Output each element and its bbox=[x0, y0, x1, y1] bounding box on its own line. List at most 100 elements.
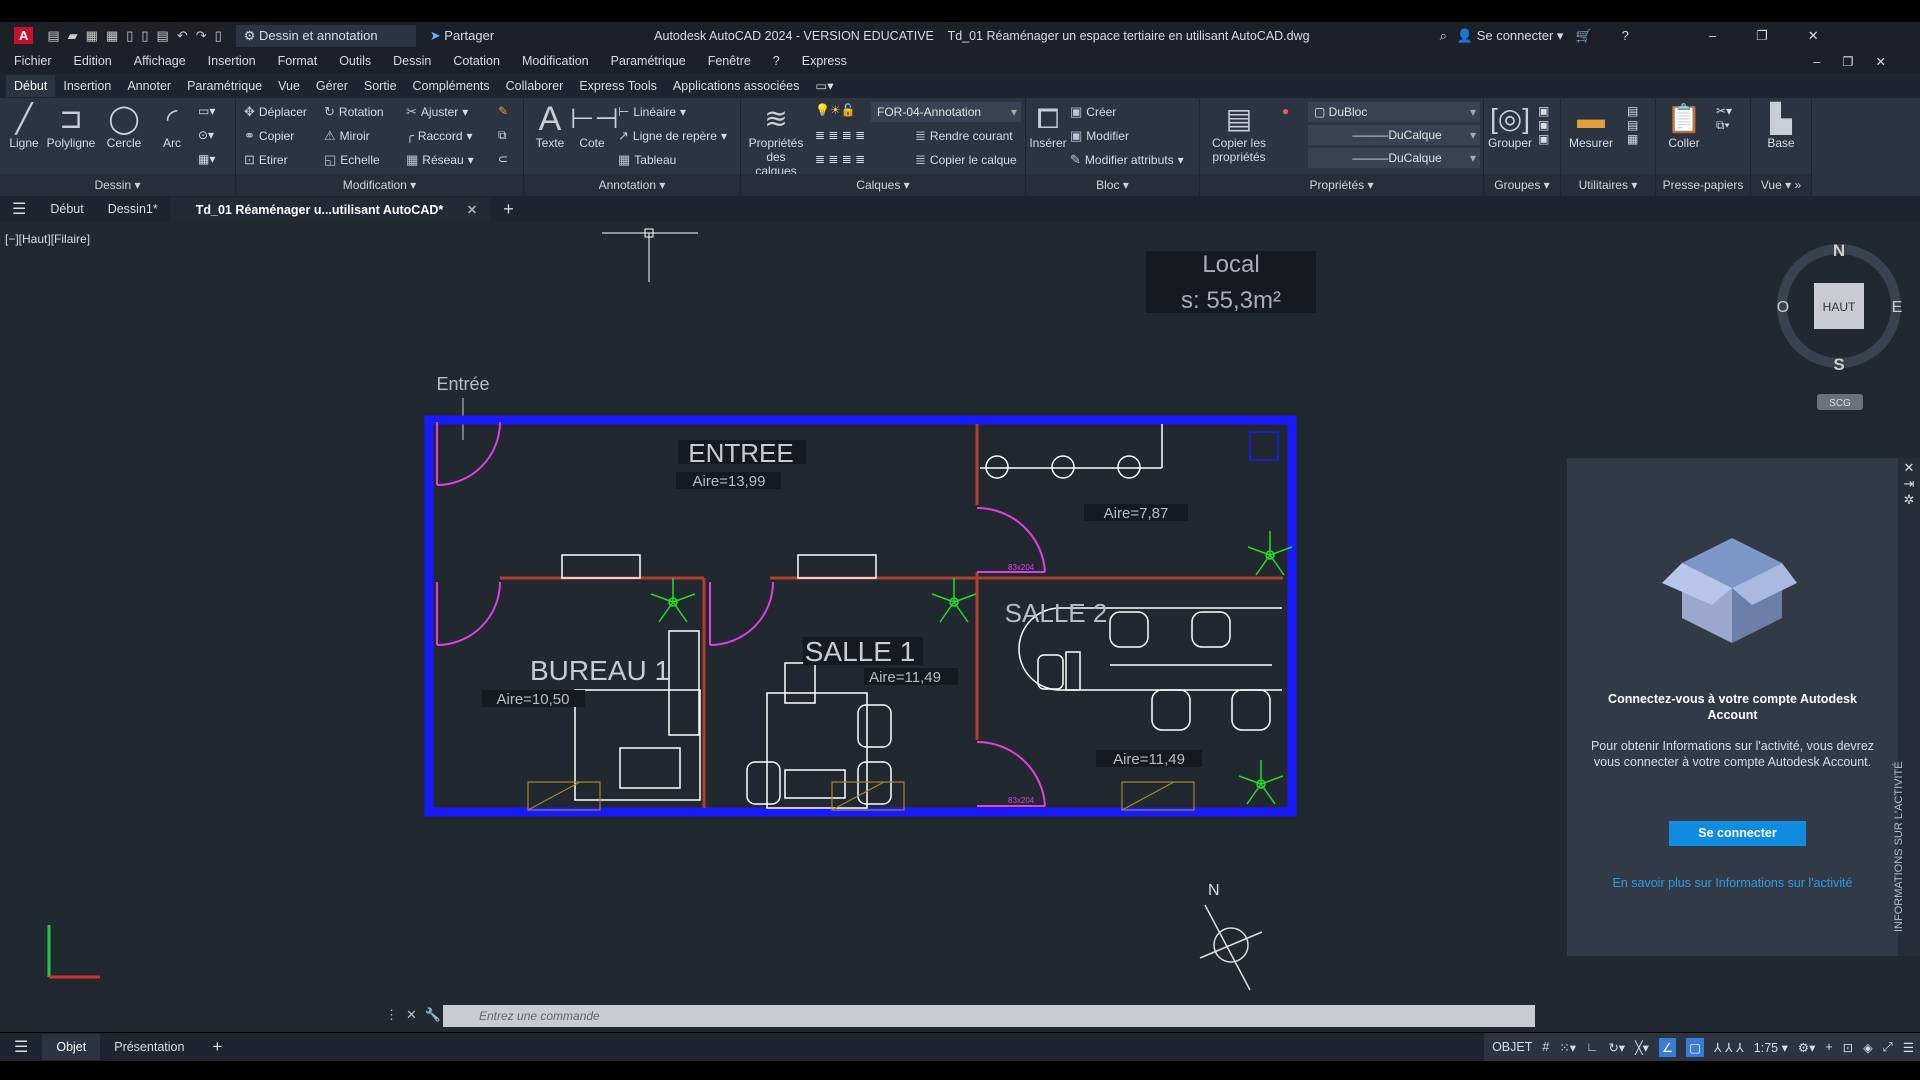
modifier-attributs-button[interactable]: ✎ Modifier attributs ▾ bbox=[1070, 152, 1184, 168]
inserer-button[interactable]: ⧠ Insérer bbox=[1028, 102, 1068, 150]
miroir-button[interactable]: ⚠ Miroir bbox=[324, 128, 370, 144]
tab-applications[interactable]: Applications associées bbox=[665, 75, 807, 97]
tab-express-tools[interactable]: Express Tools bbox=[571, 75, 665, 97]
panel-title[interactable]: Vue ▾ » bbox=[1751, 174, 1811, 196]
menu-format[interactable]: Format bbox=[278, 54, 318, 68]
erase-icon[interactable]: ✎ bbox=[498, 104, 508, 118]
layer-properties-button[interactable]: ≋ Propriétés des calques bbox=[745, 102, 807, 178]
layer-tools-icons[interactable]: ≣ ≣ ≣ ≣ bbox=[815, 128, 865, 142]
learn-more-link[interactable]: En savoir plus sur Informations sur l'ac… bbox=[1587, 876, 1878, 890]
lineweight-select[interactable]: ———DuCalque bbox=[1308, 148, 1480, 168]
customize-status-icon[interactable]: ☰ bbox=[1903, 1040, 1914, 1055]
quick-access-icons[interactable]: ▤▰▦▦▯▯▤↶↷▯ bbox=[47, 28, 229, 44]
tab-layout[interactable]: Présentation bbox=[100, 1040, 198, 1054]
pin-panel-icon[interactable]: ⇥ bbox=[1898, 476, 1920, 492]
grouper-button[interactable]: [◎] Grouper bbox=[1486, 102, 1534, 150]
etirer-button[interactable]: ⊡ Etirer bbox=[244, 152, 288, 168]
layer-tools-icons-2[interactable]: ≣ ≣ ≣ ≣ bbox=[815, 152, 865, 166]
cote-button[interactable]: ⊢⊣ Cote bbox=[570, 102, 619, 150]
deplacer-button[interactable]: ✥ Déplacer bbox=[244, 104, 307, 120]
search-icon[interactable]: ⌕ bbox=[1440, 28, 1447, 44]
menu-help[interactable]: ? bbox=[773, 54, 780, 68]
grip-icon[interactable]: ⋮ bbox=[385, 1007, 398, 1023]
panel-title[interactable]: Presse-papiers bbox=[1656, 174, 1750, 196]
clipboard-icons[interactable]: ✂▾ ⧉▾ bbox=[1716, 104, 1732, 133]
tab-start[interactable]: Début bbox=[38, 202, 95, 216]
creer-button[interactable]: ▣ Créer bbox=[1070, 104, 1116, 120]
sign-in-button[interactable]: Se connecter bbox=[1669, 821, 1806, 846]
close-command-icon[interactable]: ✕ bbox=[406, 1007, 417, 1023]
copier-calque-button[interactable]: ≣ Copier le calque bbox=[915, 152, 1017, 168]
tab-insertion[interactable]: Insertion bbox=[55, 75, 119, 97]
tableau-button[interactable]: ▦ Tableau bbox=[618, 152, 676, 168]
new-tab-button[interactable]: + bbox=[491, 199, 526, 220]
hatch-icon[interactable]: ▦▾ bbox=[198, 152, 215, 166]
tab-vue[interactable]: Vue bbox=[270, 75, 308, 97]
isodraft-icon[interactable]: ╳▾ bbox=[1635, 1040, 1649, 1055]
menu-affichage[interactable]: Affichage bbox=[134, 54, 186, 68]
arc-button[interactable]: ◜ Arc bbox=[148, 102, 196, 150]
tab-model[interactable]: Objet bbox=[42, 1034, 101, 1060]
explode-icon[interactable]: ⧉ bbox=[498, 128, 507, 143]
ribbon-toggle-icon[interactable]: ▭▾ bbox=[807, 74, 841, 97]
base-button[interactable]: ▙ Base bbox=[1757, 102, 1805, 150]
tab-parametrique[interactable]: Paramétrique bbox=[179, 75, 270, 97]
object-snap-tracking-icon[interactable]: ∠ bbox=[1658, 1037, 1677, 1057]
cercle-button[interactable]: ◯ Cercle bbox=[100, 102, 148, 150]
tab-gerer[interactable]: Gérer bbox=[308, 75, 356, 97]
menu-fenetre[interactable]: Fenêtre bbox=[708, 54, 751, 68]
tab-debut[interactable]: Début bbox=[6, 74, 56, 97]
layer-state-icons[interactable]: 💡☀🔓 bbox=[815, 103, 856, 117]
polyligne-button[interactable]: ⊐ Polyligne bbox=[46, 102, 96, 150]
panel-title[interactable]: Propriétés ▾ bbox=[1200, 174, 1483, 196]
close-tab-icon[interactable]: ✕ bbox=[459, 203, 477, 217]
minimize-button[interactable]: – bbox=[1709, 28, 1716, 43]
menu-edition[interactable]: Edition bbox=[74, 54, 112, 68]
menu-outils[interactable]: Outils bbox=[339, 54, 371, 68]
model-space-toggle[interactable]: OBJET bbox=[1492, 1040, 1532, 1054]
menu-insertion[interactable]: Insertion bbox=[208, 54, 256, 68]
panel-title[interactable]: Modification ▾ bbox=[236, 174, 523, 196]
autocad-logo[interactable]: A bbox=[14, 27, 34, 44]
tab-active-drawing[interactable]: Td_01 Réaménager u...utilisant AutoCAD* … bbox=[169, 196, 492, 222]
annotation-monitor-icon[interactable]: + bbox=[1825, 1040, 1832, 1054]
settings-panel-icon[interactable]: ✲ bbox=[1898, 492, 1920, 508]
graphics-icon[interactable]: ◈ bbox=[1863, 1040, 1873, 1055]
tab-sortie[interactable]: Sortie bbox=[356, 75, 405, 97]
file-menu-icon[interactable]: ☰ bbox=[0, 199, 38, 219]
cart-icon[interactable]: 🛒 bbox=[1575, 28, 1591, 44]
reseau-button[interactable]: ▦ Réseau ▾ bbox=[406, 152, 474, 168]
menu-fichier[interactable]: Fichier bbox=[14, 54, 52, 68]
color-select[interactable]: ▢ DuBloc bbox=[1308, 102, 1480, 122]
grid-icon[interactable]: # bbox=[1542, 1040, 1549, 1054]
panel-title[interactable]: Dessin ▾ bbox=[0, 174, 235, 196]
copier-button[interactable]: ⚭ Copier bbox=[244, 128, 294, 144]
menu-dessin[interactable]: Dessin bbox=[393, 54, 431, 68]
rotation-button[interactable]: ↻ Rotation bbox=[324, 104, 384, 120]
viewport-controls[interactable]: [−][Haut][Filaire] bbox=[5, 232, 90, 246]
offset-icon[interactable]: ⊂ bbox=[498, 152, 508, 166]
ligne-repere-button[interactable]: ↗ Ligne de repère ▾ bbox=[618, 128, 727, 144]
utility-icons[interactable]: ▤ ▤ ▦ bbox=[1627, 104, 1638, 146]
modifier-button[interactable]: ▣ Modifier bbox=[1070, 128, 1129, 144]
ligne-button[interactable]: ╱ Ligne bbox=[0, 102, 48, 150]
add-layout-button[interactable]: + bbox=[198, 1037, 236, 1057]
rectangle-icon[interactable]: ▭▾ bbox=[198, 104, 215, 118]
echelle-button[interactable]: ◱ Echelle bbox=[324, 152, 380, 168]
panel-title[interactable]: Utilitaires ▾ bbox=[1561, 174, 1655, 196]
share-button[interactable]: ➤ Partager bbox=[430, 28, 494, 44]
menu-parametrique[interactable]: Paramétrique bbox=[611, 54, 686, 68]
workspace-select[interactable]: ⚙ Dessin et annotation bbox=[235, 24, 416, 47]
tab-annoter[interactable]: Annoter bbox=[119, 75, 179, 97]
ajuster-button[interactable]: ✂ Ajuster ▾ bbox=[406, 104, 468, 120]
group-tools-icons[interactable]: ▣ ▣ ▣ bbox=[1538, 104, 1549, 146]
close-panel-icon[interactable]: ✕ bbox=[1898, 460, 1920, 476]
coller-button[interactable]: 📋 Coller bbox=[1660, 102, 1708, 150]
lineaire-button[interactable]: ⊢ Linéaire ▾ bbox=[618, 104, 686, 120]
panel-title[interactable]: Calques ▾ bbox=[741, 174, 1025, 196]
close-button[interactable]: ✕ bbox=[1808, 28, 1819, 44]
polar-icon[interactable]: ↻▾ bbox=[1608, 1040, 1625, 1055]
annotation-scale[interactable]: 1:75 ▾ bbox=[1754, 1040, 1788, 1055]
raccord-button[interactable]: ╭ Raccord ▾ bbox=[406, 128, 473, 144]
layout-menu-icon[interactable]: ☰ bbox=[0, 1037, 42, 1057]
